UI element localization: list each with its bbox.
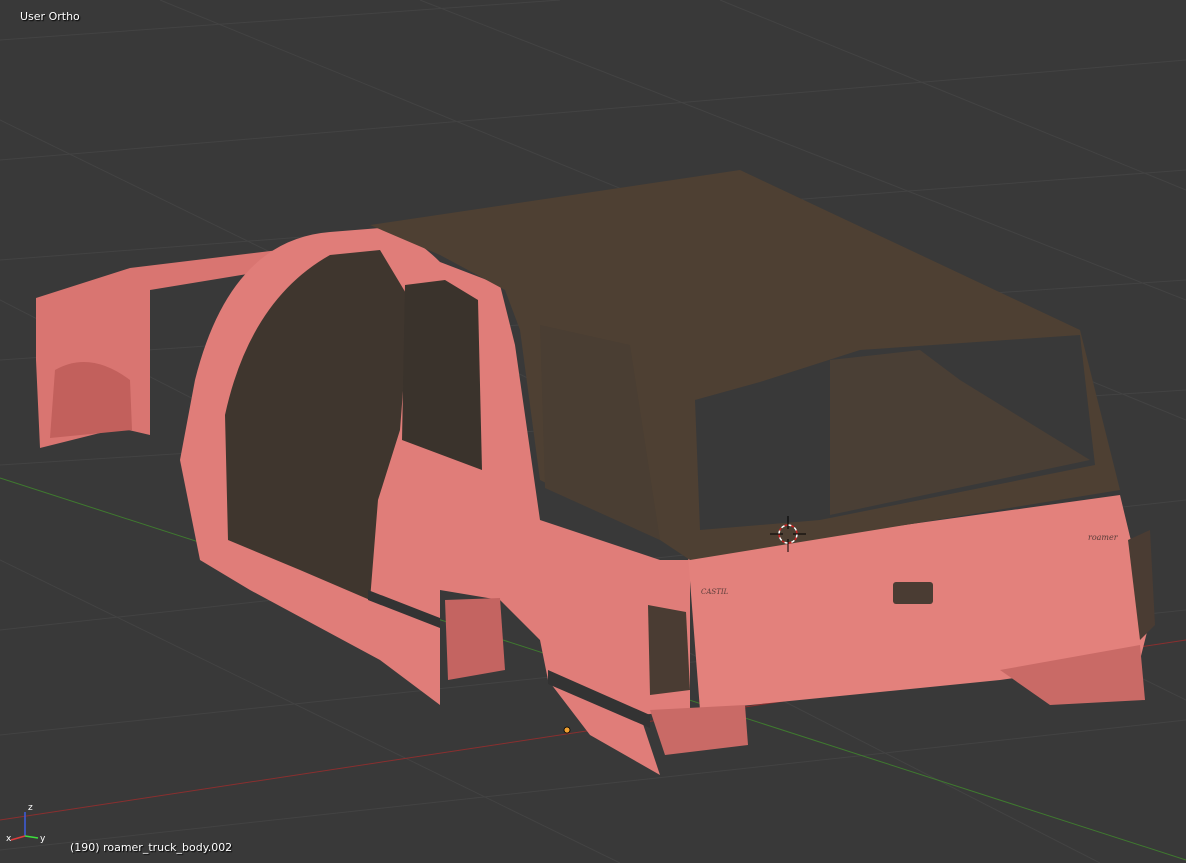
view-name-label: User Ortho [20,10,80,23]
rear-badge-right: roamer [1088,533,1119,542]
bed-frame-shade [50,362,132,438]
y-axis-label: y [40,834,46,844]
side-window [402,280,482,470]
active-object-info: (190) roamer_truck_body.002 [70,841,233,854]
tail-light-left [648,605,690,695]
y-axis-icon [24,835,39,839]
truck-body-model[interactable]: CASTIL roamer [36,170,1155,775]
3d-viewport[interactable]: CASTIL roamer User Ortho (190) roamer_tr… [0,0,1186,863]
z-axis-label: z [28,803,33,813]
x-axis-label: x [6,834,12,844]
object-origin-icon[interactable] [563,726,571,734]
x-axis-icon [10,835,26,841]
wheel-well-front [445,598,505,680]
rear-badge-left: CASTIL [701,588,729,596]
rear-bumper-left [650,705,748,755]
tailgate-handle [893,582,933,604]
axis-gizmo: z x y [6,803,46,844]
viewport-scene[interactable]: CASTIL roamer [0,0,1186,863]
